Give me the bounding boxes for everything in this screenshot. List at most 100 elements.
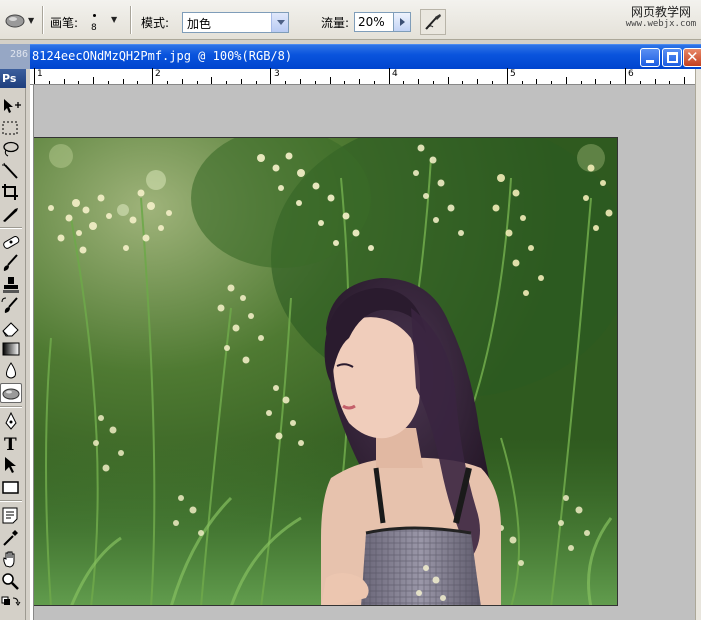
brush-tool[interactable] bbox=[0, 253, 22, 273]
ruler-tick bbox=[211, 77, 213, 84]
pen-tool[interactable] bbox=[0, 411, 22, 431]
dodge-tool[interactable] bbox=[0, 383, 22, 403]
ruler-label: 4 bbox=[392, 69, 398, 79]
note-icon bbox=[2, 507, 18, 524]
document-title-bar[interactable]: 8124eecONdMzQH2Pmf.jpg @ 100%(RGB/8) ✕ bbox=[30, 44, 701, 69]
toolbox-header[interactable]: Ps bbox=[0, 69, 26, 88]
history-brush-tool[interactable] bbox=[0, 296, 22, 316]
ruler-tick bbox=[255, 81, 257, 84]
airbrush-icon bbox=[425, 14, 441, 30]
chevron-down-icon: ▼ bbox=[28, 16, 35, 25]
color-swap[interactable] bbox=[0, 594, 22, 614]
path-selection-tool[interactable] bbox=[0, 455, 22, 475]
ruler-label: 1 bbox=[37, 69, 43, 79]
canvas-area[interactable] bbox=[34, 85, 695, 620]
move-tool[interactable] bbox=[0, 96, 22, 116]
ruler-tick bbox=[285, 81, 287, 84]
ruler-tick bbox=[639, 81, 641, 84]
blur-drop-icon bbox=[6, 362, 16, 379]
dropdown-arrow-icon bbox=[271, 13, 288, 32]
hand-icon bbox=[3, 551, 15, 568]
ruler-tick bbox=[403, 81, 405, 84]
slice-tool[interactable] bbox=[0, 204, 22, 224]
zoom-tool[interactable] bbox=[0, 571, 22, 591]
slice-icon bbox=[3, 208, 18, 222]
healing-brush-tool[interactable] bbox=[0, 232, 22, 252]
close-icon: ✕ bbox=[686, 48, 699, 66]
watermark: 网页教学网 www.webjx.com bbox=[624, 6, 698, 30]
ruler-tick bbox=[181, 79, 183, 84]
type-tool[interactable]: T bbox=[0, 433, 22, 453]
document-title: 8124eecONdMzQH2Pmf.jpg @ 100%(RGB/8) bbox=[32, 49, 293, 63]
brush-picker[interactable]: 8 ▼ bbox=[82, 8, 122, 36]
mode-value: 加色 bbox=[187, 17, 212, 31]
ruler-tick bbox=[78, 81, 80, 84]
ruler-tick bbox=[314, 81, 316, 84]
marquee-tool[interactable] bbox=[0, 118, 22, 138]
vertical-scrollbar[interactable] bbox=[695, 69, 701, 620]
ruler-tick bbox=[299, 79, 301, 84]
minimize-icon bbox=[646, 60, 654, 63]
separator bbox=[130, 6, 132, 34]
tool-preset-picker[interactable]: ▼ bbox=[2, 9, 38, 33]
ruler-tick bbox=[625, 68, 626, 84]
ruler-tick bbox=[373, 81, 375, 84]
photo-canvas[interactable] bbox=[34, 137, 618, 606]
hand-tool[interactable] bbox=[0, 549, 22, 569]
airbrush-toggle[interactable] bbox=[420, 9, 446, 35]
ruler-tick bbox=[669, 81, 671, 84]
eyedropper-icon bbox=[3, 530, 18, 546]
horizontal-ruler[interactable]: 1 2 3 4 5 6 bbox=[30, 68, 695, 85]
ruler-tick bbox=[122, 79, 124, 84]
ruler-tick bbox=[63, 79, 65, 84]
move-icon bbox=[4, 99, 21, 113]
arrow-icon bbox=[5, 457, 16, 473]
brush-label: 画笔: bbox=[50, 16, 79, 30]
crop-tool[interactable] bbox=[0, 182, 22, 202]
eyedropper-tool[interactable] bbox=[0, 527, 22, 547]
ruler-tick bbox=[388, 68, 390, 84]
ruler-tick bbox=[107, 81, 109, 84]
notes-tool[interactable] bbox=[0, 505, 22, 525]
maximize-icon bbox=[667, 52, 678, 63]
ruler-tick bbox=[580, 81, 582, 84]
mode-select[interactable]: 加色 bbox=[182, 12, 289, 33]
ruler-tick bbox=[684, 77, 686, 84]
blur-tool[interactable] bbox=[0, 361, 22, 381]
ruler-tick bbox=[329, 77, 331, 84]
background-window-title: 286 bbox=[9, 49, 28, 60]
background-window-strip: 286 bbox=[0, 44, 30, 69]
toolbox-separator bbox=[0, 500, 22, 502]
photoshop-window: ▼ 画笔: 8 ▼ 模式: 加色 流量: 20% 网页教学网 www.webjx… bbox=[0, 0, 701, 620]
magic-wand-tool[interactable] bbox=[0, 161, 22, 181]
swap-colors-icon bbox=[1, 596, 21, 606]
magic-wand-icon bbox=[2, 162, 18, 179]
brush-size: 8 bbox=[91, 23, 97, 33]
ruler-tick bbox=[477, 79, 479, 84]
ruler-tick bbox=[137, 81, 139, 84]
ruler-tick bbox=[536, 79, 538, 84]
ruler-tick bbox=[432, 81, 434, 84]
clone-stamp-tool[interactable] bbox=[0, 275, 22, 295]
toolbox: Ps T bbox=[0, 69, 26, 620]
maximize-button[interactable] bbox=[662, 48, 682, 67]
gradient-tool[interactable] bbox=[0, 339, 22, 359]
close-button[interactable]: ✕ bbox=[683, 48, 701, 67]
photoshop-logo: Ps bbox=[2, 72, 17, 85]
ruler-tick bbox=[359, 79, 361, 84]
ruler-tick bbox=[152, 68, 154, 84]
minimize-button[interactable] bbox=[640, 48, 660, 67]
ruler-tick bbox=[418, 79, 420, 84]
shape-tool[interactable] bbox=[0, 477, 22, 497]
ruler-tick bbox=[551, 81, 553, 84]
lasso-tool[interactable] bbox=[0, 139, 22, 159]
flow-slider-button[interactable] bbox=[393, 12, 411, 32]
ruler-label: 5 bbox=[510, 69, 516, 79]
ruler-tick bbox=[270, 68, 272, 84]
ruler-tick bbox=[610, 81, 612, 84]
eraser-tool[interactable] bbox=[0, 318, 22, 338]
bandage-icon bbox=[3, 236, 20, 249]
flow-input[interactable]: 20% bbox=[354, 12, 394, 32]
marquee-icon bbox=[2, 121, 18, 135]
ruler-tick bbox=[506, 68, 508, 84]
